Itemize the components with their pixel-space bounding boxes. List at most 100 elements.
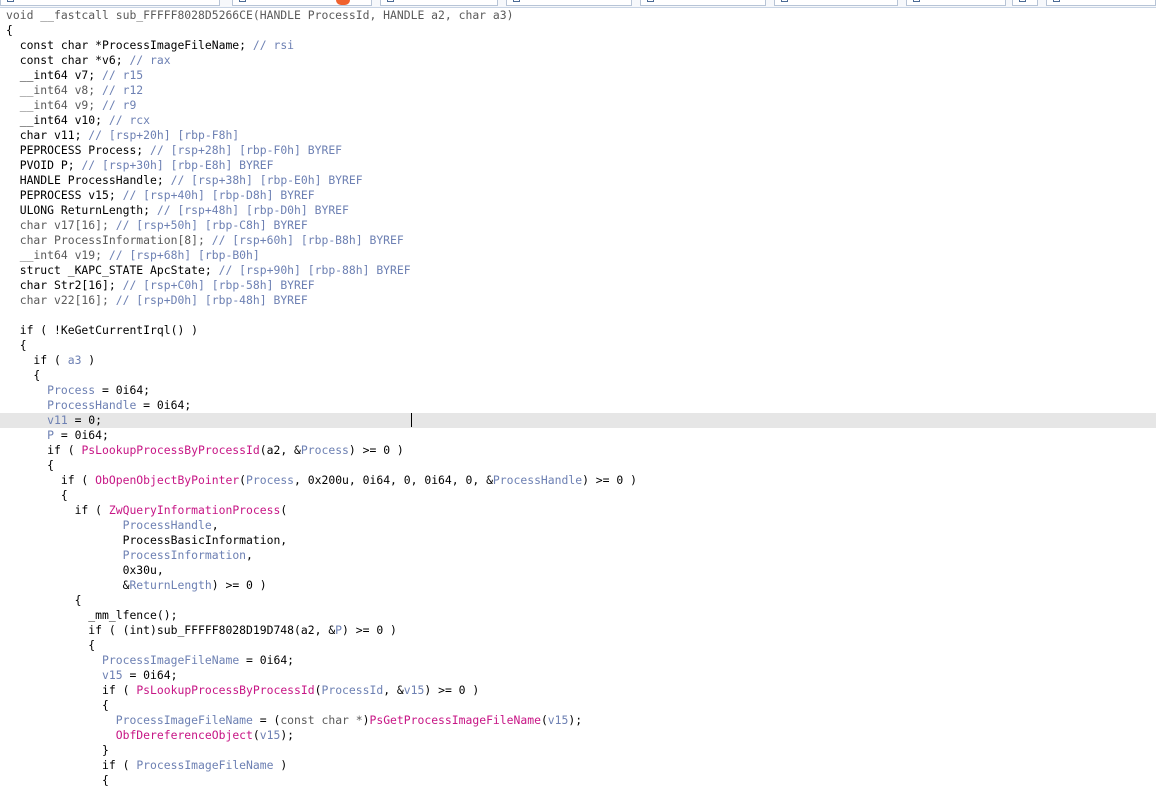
variable-token[interactable]: // r12	[102, 83, 143, 97]
code-line[interactable]: ULONG ReturnLength; // [rsp+48h] [rbp-D0…	[0, 203, 1156, 218]
function-token[interactable]: PsGetProcessImageFileName	[369, 713, 540, 727]
code-line[interactable]: PEPROCESS Process; // [rsp+28h] [rbp-F0h…	[0, 143, 1156, 158]
code-line[interactable]: {	[0, 458, 1156, 473]
variable-token[interactable]: // [rsp+20h] [rbp-F8h]	[88, 128, 239, 142]
tab-0[interactable]	[0, 0, 220, 6]
variable-token[interactable]: // [rsp+40h] [rbp-D8h] BYREF	[123, 188, 315, 202]
variable-token[interactable]: ProcessHandle	[493, 473, 582, 487]
code-line[interactable]: {	[0, 368, 1156, 383]
variable-token[interactable]: // [rsp+38h] [rbp-E0h] BYREF	[171, 173, 363, 187]
code-line[interactable]: {	[0, 698, 1156, 713]
variable-token[interactable]: // rax	[129, 53, 170, 67]
code-line[interactable]: __int64 v9; // r9	[0, 98, 1156, 113]
code-line[interactable]: {	[0, 488, 1156, 503]
variable-token[interactable]: ProcessId	[321, 683, 383, 697]
code-line[interactable]: ObfDereferenceObject(v15);	[0, 728, 1156, 743]
variable-token[interactable]: // rsi	[253, 38, 294, 52]
code-line[interactable]: ProcessImageFileName = (const char *)PsG…	[0, 713, 1156, 728]
code-line[interactable]: Process = 0i64;	[0, 383, 1156, 398]
code-line[interactable]: _mm_lfence();	[0, 608, 1156, 623]
code-line[interactable]: 0x30u,	[0, 563, 1156, 578]
code-line[interactable]: if ( PsLookupProcessByProcessId(ProcessI…	[0, 683, 1156, 698]
tab-3[interactable]	[506, 0, 632, 6]
code-line[interactable]: if ( ZwQueryInformationProcess(	[0, 503, 1156, 518]
code-line[interactable]: ProcessBasicInformation,	[0, 533, 1156, 548]
variable-token[interactable]: ProcessHandle	[47, 398, 136, 412]
code-line[interactable]: ProcessImageFileName = 0i64;	[0, 653, 1156, 668]
code-line[interactable]: if ( PsLookupProcessByProcessId(a2, &Pro…	[0, 443, 1156, 458]
variable-token[interactable]: // [rsp+C0h] [rbp-58h] BYREF	[123, 278, 315, 292]
variable-token[interactable]: ProcessImageFileName	[116, 713, 253, 727]
code-line[interactable]: {	[0, 773, 1156, 788]
code-line[interactable]: __int64 v8; // r12	[0, 83, 1156, 98]
tab-7[interactable]	[1012, 0, 1038, 6]
variable-token[interactable]: // [rsp+28h] [rbp-F0h] BYREF	[150, 143, 342, 157]
variable-token[interactable]: // [rsp+90h] [rbp-88h] BYREF	[219, 263, 411, 277]
variable-token[interactable]: // [rsp+60h] [rbp-B8h] BYREF	[212, 233, 404, 247]
code-line[interactable]: &ReturnLength) >= 0 )	[0, 578, 1156, 593]
variable-token[interactable]: v11	[47, 413, 68, 427]
code-line[interactable]: }	[0, 743, 1156, 758]
code-line[interactable]: if ( a3 )	[0, 353, 1156, 368]
variable-token[interactable]: // rcx	[109, 113, 150, 127]
code-line[interactable]: if ( ObOpenObjectByPointer(Process, 0x20…	[0, 473, 1156, 488]
function-token[interactable]: PsLookupProcessByProcessId	[81, 443, 259, 457]
code-line[interactable]	[0, 308, 1156, 323]
code-line[interactable]: struct _KAPC_STATE ApcState; // [rsp+90h…	[0, 263, 1156, 278]
tab-4[interactable]	[640, 0, 766, 6]
code-line[interactable]: {	[0, 638, 1156, 653]
variable-token[interactable]: // [rsp+50h] [rbp-C8h] BYREF	[116, 218, 308, 232]
variable-token[interactable]: // r15	[102, 68, 143, 82]
code-line[interactable]: void __fastcall sub_FFFFF8028D5266CE(HAN…	[0, 8, 1156, 23]
code-line[interactable]: ProcessHandle,	[0, 518, 1156, 533]
code-line[interactable]: HANDLE ProcessHandle; // [rsp+38h] [rbp-…	[0, 173, 1156, 188]
variable-token[interactable]: ProcessInformation	[123, 548, 246, 562]
variable-token[interactable]: ProcessHandle	[123, 518, 212, 532]
variable-token[interactable]: // [rsp+48h] [rbp-D0h] BYREF	[157, 203, 349, 217]
code-line[interactable]: v15 = 0i64;	[0, 668, 1156, 683]
variable-token[interactable]: Process	[246, 473, 294, 487]
function-token[interactable]: ObOpenObjectByPointer	[95, 473, 239, 487]
tab-5[interactable]	[774, 0, 898, 6]
variable-token[interactable]: v15	[260, 728, 281, 742]
code-line[interactable]: P = 0i64;	[0, 428, 1156, 443]
variable-token[interactable]: a3	[68, 353, 82, 367]
code-line[interactable]: {	[0, 338, 1156, 353]
variable-token[interactable]: ProcessImageFileName	[102, 653, 239, 667]
variable-token[interactable]: Process	[301, 443, 349, 457]
variable-token[interactable]: Process	[47, 383, 95, 397]
code-line[interactable]: PVOID P; // [rsp+30h] [rbp-E8h] BYREF	[0, 158, 1156, 173]
variable-token[interactable]: v15	[102, 668, 123, 682]
tab-8[interactable]	[1046, 0, 1156, 6]
variable-token[interactable]: // r9	[102, 98, 136, 112]
code-line[interactable]: __int64 v19; // [rsp+68h] [rbp-B0h]	[0, 248, 1156, 263]
code-line[interactable]: char v22[16]; // [rsp+D0h] [rbp-48h] BYR…	[0, 293, 1156, 308]
code-line[interactable]: __int64 v10; // rcx	[0, 113, 1156, 128]
function-token[interactable]: ObfDereferenceObject	[116, 728, 253, 742]
variable-token[interactable]: ReturnLength	[129, 578, 211, 592]
code-line[interactable]: {	[0, 593, 1156, 608]
variable-token[interactable]: P	[335, 623, 342, 637]
variable-token[interactable]: ProcessImageFileName	[136, 758, 273, 772]
function-token[interactable]: PsLookupProcessByProcessId	[136, 683, 314, 697]
code-line[interactable]: const char *v6; // rax	[0, 53, 1156, 68]
code-line[interactable]: PEPROCESS v15; // [rsp+40h] [rbp-D8h] BY…	[0, 188, 1156, 203]
tab-2[interactable]	[380, 0, 498, 6]
code-line[interactable]: ProcessHandle = 0i64;	[0, 398, 1156, 413]
code-line[interactable]: if ( !KeGetCurrentIrql() )	[0, 323, 1156, 338]
variable-token[interactable]: P	[47, 428, 54, 442]
code-line[interactable]: char v17[16]; // [rsp+50h] [rbp-C8h] BYR…	[0, 218, 1156, 233]
code-line[interactable]: if ( ProcessImageFileName )	[0, 758, 1156, 773]
pseudocode-view[interactable]: void __fastcall sub_FFFFF8028D5266CE(HAN…	[0, 8, 1156, 788]
variable-token[interactable]: // [rsp+D0h] [rbp-48h] BYREF	[116, 293, 308, 307]
code-line[interactable]: const char *ProcessImageFileName; // rsi	[0, 38, 1156, 53]
variable-token[interactable]: v15	[404, 683, 425, 697]
code-line[interactable]: {	[0, 23, 1156, 38]
code-line[interactable]: if ( (int)sub_FFFFF8028D19D748(a2, &P) >…	[0, 623, 1156, 638]
code-line[interactable]: char Str2[16]; // [rsp+C0h] [rbp-58h] BY…	[0, 278, 1156, 293]
function-token[interactable]: ZwQueryInformationProcess	[109, 503, 280, 517]
code-line[interactable]: ProcessInformation,	[0, 548, 1156, 563]
code-line[interactable]: __int64 v7; // r15	[0, 68, 1156, 83]
tab-1[interactable]	[232, 0, 372, 6]
code-line[interactable]: char v11; // [rsp+20h] [rbp-F8h]	[0, 128, 1156, 143]
